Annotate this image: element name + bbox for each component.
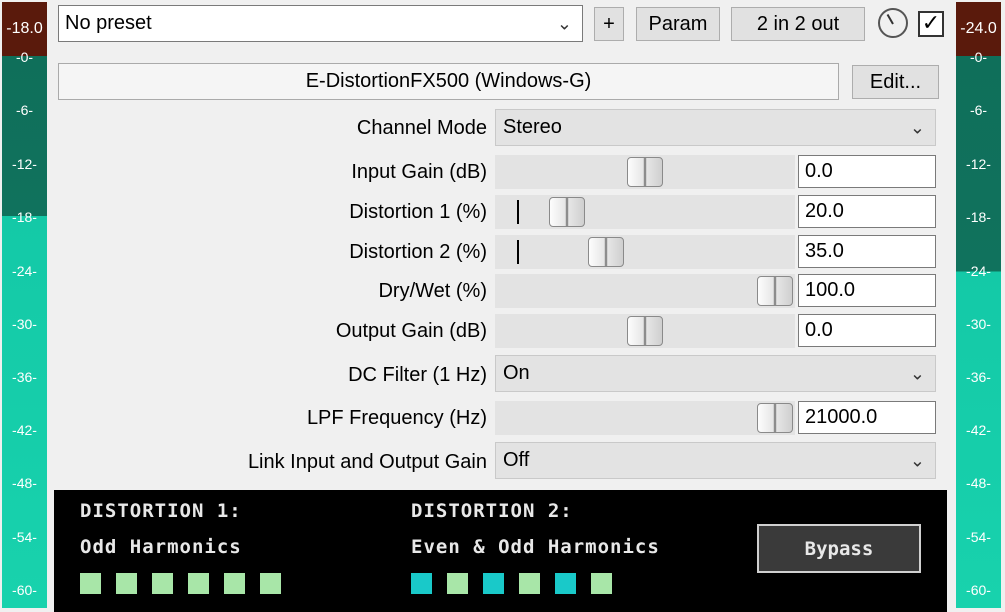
enable-checkbox[interactable]: ✓	[918, 11, 944, 37]
chevron-down-icon: ⌄	[556, 13, 572, 33]
distortion1-description: Odd Harmonics	[80, 536, 242, 558]
distortion1-title: DISTORTION 1:	[80, 500, 242, 522]
meter-tick: -36-	[966, 369, 991, 385]
distortion2-title: DISTORTION 2:	[411, 500, 573, 522]
slider-thumb[interactable]	[588, 237, 624, 267]
meter-tick: -42-	[966, 422, 991, 438]
meter-tick: -54-	[12, 529, 37, 545]
link-gain-dropdown[interactable]: Off ⌄	[495, 442, 936, 479]
meter-tick: -18-	[12, 209, 37, 225]
distortion2-slider[interactable]	[495, 235, 795, 269]
meter-tick: -60-	[966, 582, 991, 598]
link-gain-value: Off	[503, 449, 530, 471]
harmonic-indicator	[483, 573, 504, 594]
meter-tick: -18-	[966, 209, 991, 225]
chevron-down-icon: ⌄	[909, 450, 925, 470]
harmonic-indicator	[224, 573, 245, 594]
distortion1-slider[interactable]	[495, 195, 795, 229]
harmonic-indicator	[188, 573, 209, 594]
channel-mode-dropdown[interactable]: Stereo ⌄	[495, 109, 936, 146]
harmonic-indicator	[591, 573, 612, 594]
meter-tick: -30-	[966, 316, 991, 332]
distortion1-label: Distortion 1 (%)	[349, 201, 487, 223]
add-preset-button[interactable]: +	[594, 7, 624, 41]
output-gain-label: Output Gain (dB)	[335, 320, 487, 342]
input-gain-field[interactable]: 0.0	[798, 155, 936, 188]
distortion2-field[interactable]: 35.0	[798, 235, 936, 268]
distortion1-field[interactable]: 20.0	[798, 195, 936, 228]
link-gain-label: Link Input and Output Gain	[247, 451, 487, 473]
dry-wet-label: Dry/Wet (%)	[378, 280, 487, 302]
meter-tick: -0-	[15, 49, 34, 65]
meter-tick: -12-	[12, 156, 37, 172]
output-gain-slider[interactable]	[495, 314, 795, 348]
output-gain-field[interactable]: 0.0	[798, 314, 936, 347]
meter-tick: -6-	[969, 102, 988, 118]
preset-dropdown[interactable]: No preset ⌄	[58, 5, 583, 42]
harmonic-indicator	[555, 573, 576, 594]
meter-tick: -6-	[15, 102, 34, 118]
slider-thumb[interactable]	[627, 316, 663, 346]
distortion2-description: Even & Odd Harmonics	[411, 536, 660, 558]
slider-default-marker	[517, 200, 519, 224]
chevron-down-icon: ⌄	[909, 117, 925, 137]
left-level-meter: -18.0 -0- -6- -12- -18- -24- -30- -36- -…	[0, 0, 49, 612]
meter-tick: -24-	[966, 263, 991, 279]
harmonic-indicator	[411, 573, 432, 594]
bypass-button[interactable]: Bypass	[757, 524, 921, 573]
meter-tick: -48-	[966, 475, 991, 491]
chevron-down-icon: ⌄	[909, 363, 925, 383]
dry-wet-slider[interactable]	[495, 274, 795, 308]
slider-thumb[interactable]	[627, 157, 663, 187]
input-gain-label: Input Gain (dB)	[351, 161, 487, 183]
input-gain-slider[interactable]	[495, 155, 795, 189]
distortion-display-panel: DISTORTION 1: Odd Harmonics DISTORTION 2…	[54, 490, 947, 612]
meter-tick: -42-	[12, 422, 37, 438]
slider-thumb[interactable]	[757, 276, 793, 306]
wet-knob-icon[interactable]	[878, 8, 908, 38]
meter-tick: -30-	[12, 316, 37, 332]
right-meter-scale: -0- -6- -12- -18- -24- -30- -36- -42- -4…	[954, 0, 1003, 612]
right-level-meter: -24.0 -0- -6- -12- -18- -24- -30- -36- -…	[954, 0, 1003, 612]
left-meter-scale: -0- -6- -12- -18- -24- -30- -36- -42- -4…	[0, 0, 49, 612]
dc-filter-value: On	[503, 362, 530, 384]
io-routing-button[interactable]: 2 in 2 out	[731, 7, 865, 41]
meter-tick: -54-	[966, 529, 991, 545]
lpf-frequency-field[interactable]: 21000.0	[798, 401, 936, 434]
plugin-title: E-DistortionFX500 (Windows-G)	[58, 63, 839, 100]
dry-wet-field[interactable]: 100.0	[798, 274, 936, 307]
harmonic-indicator	[116, 573, 137, 594]
slider-thumb[interactable]	[549, 197, 585, 227]
meter-tick: -36-	[12, 369, 37, 385]
distortion2-label: Distortion 2 (%)	[349, 241, 487, 263]
slider-default-marker	[517, 240, 519, 264]
harmonic-indicator	[519, 573, 540, 594]
meter-tick: -24-	[12, 263, 37, 279]
harmonic-indicator	[80, 573, 101, 594]
param-button[interactable]: Param	[636, 7, 720, 41]
harmonic-indicator	[152, 573, 173, 594]
channel-mode-label: Channel Mode	[356, 117, 487, 139]
meter-tick: -12-	[966, 156, 991, 172]
channel-mode-value: Stereo	[503, 116, 562, 138]
meter-tick: -0-	[969, 49, 988, 65]
dc-filter-label: DC Filter (1 Hz)	[348, 364, 487, 386]
harmonic-indicator	[260, 573, 281, 594]
meter-tick: -48-	[12, 475, 37, 491]
lpf-frequency-slider[interactable]	[495, 401, 795, 435]
edit-button[interactable]: Edit...	[852, 65, 939, 99]
meter-tick: -60-	[12, 582, 37, 598]
slider-thumb[interactable]	[757, 403, 793, 433]
lpf-frequency-label: LPF Frequency (Hz)	[306, 407, 487, 429]
harmonic-indicator	[447, 573, 468, 594]
dc-filter-dropdown[interactable]: On ⌄	[495, 355, 936, 392]
preset-value: No preset	[65, 12, 152, 34]
